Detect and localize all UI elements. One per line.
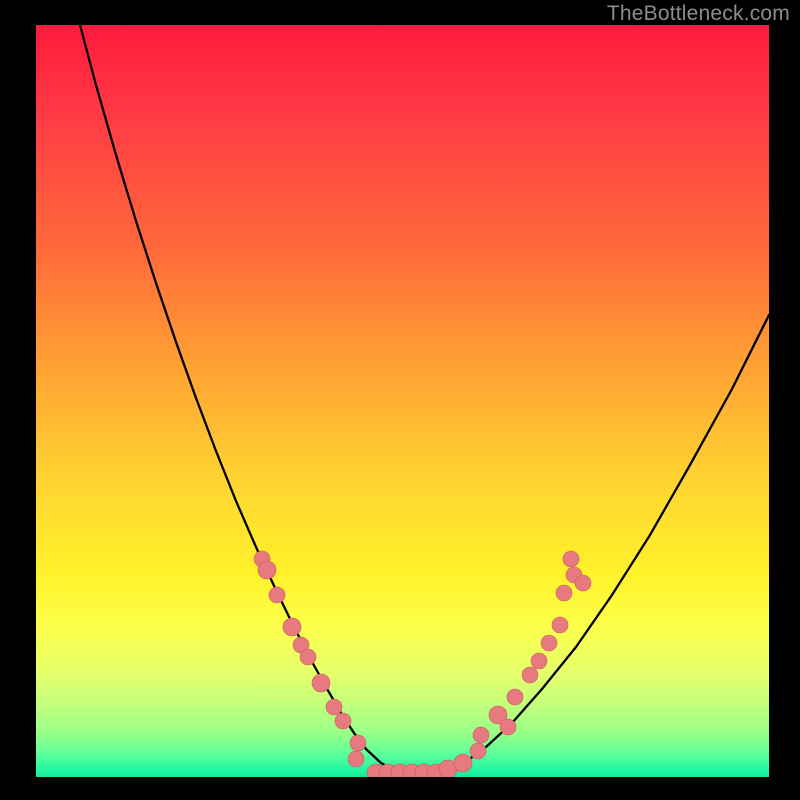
chart-svg: [36, 25, 769, 777]
bottleneck-curve: [80, 25, 769, 774]
data-marker: [563, 551, 579, 567]
data-marker: [283, 618, 301, 636]
data-marker: [552, 617, 568, 633]
data-marker: [470, 743, 486, 759]
data-marker: [507, 689, 523, 705]
data-marker: [500, 719, 516, 735]
data-marker: [312, 674, 330, 692]
data-marker: [348, 751, 364, 767]
plot-area: [36, 25, 769, 777]
data-marker: [269, 587, 285, 603]
markers-group: [254, 551, 591, 777]
data-marker: [335, 713, 351, 729]
data-marker: [258, 561, 276, 579]
data-marker: [531, 653, 547, 669]
data-marker: [300, 649, 316, 665]
data-marker: [454, 754, 472, 772]
data-marker: [522, 667, 538, 683]
data-marker: [326, 699, 342, 715]
data-marker: [473, 727, 489, 743]
data-marker: [541, 635, 557, 651]
data-marker: [556, 585, 572, 601]
chart-frame: TheBottleneck.com: [0, 0, 800, 800]
watermark-text: TheBottleneck.com: [607, 2, 790, 26]
data-marker: [350, 735, 366, 751]
data-marker: [575, 575, 591, 591]
